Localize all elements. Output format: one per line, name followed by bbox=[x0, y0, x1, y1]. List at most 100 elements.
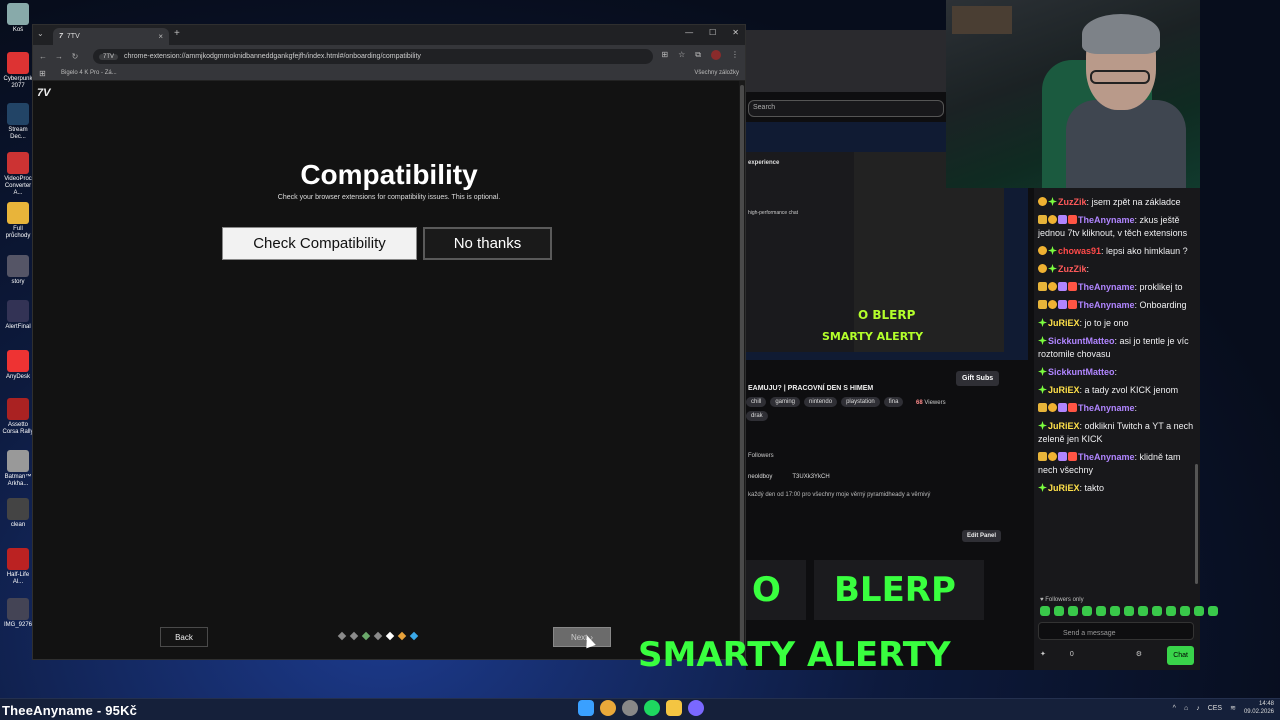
tray-chevron-icon[interactable]: ^ bbox=[1173, 705, 1176, 712]
desktop-icon[interactable]: AnyDesk bbox=[2, 350, 34, 381]
red-badge-icon[interactable] bbox=[1068, 403, 1077, 412]
crown-badge-icon[interactable] bbox=[1038, 215, 1047, 224]
chat-scrollbar[interactable] bbox=[1195, 464, 1198, 584]
tab-7tv[interactable]: 7 7TV × bbox=[53, 28, 169, 45]
gold-badge-icon[interactable] bbox=[1048, 215, 1057, 224]
step-dot[interactable] bbox=[373, 631, 383, 641]
no-thanks-button[interactable]: No thanks bbox=[423, 227, 552, 260]
emote-icon[interactable] bbox=[1124, 606, 1134, 616]
red-badge-icon[interactable] bbox=[1068, 452, 1077, 461]
gold-badge-icon[interactable] bbox=[1048, 282, 1057, 291]
emote-icon[interactable] bbox=[1194, 606, 1204, 616]
desktop-icon[interactable]: Assetto Corsa Rally bbox=[2, 398, 34, 436]
back-arrow-icon[interactable]: ← bbox=[35, 52, 51, 61]
desktop-icon[interactable]: Half-Life Al... bbox=[2, 548, 34, 586]
address-bar[interactable]: 7TV chrome-extension://ammjkodgmmoknidba… bbox=[93, 49, 653, 64]
gift-subs-button[interactable]: Gift Subs bbox=[956, 371, 1000, 386]
green-badge-icon[interactable] bbox=[1038, 367, 1047, 376]
page-scrollbar[interactable] bbox=[739, 81, 745, 659]
all-bookmarks[interactable]: Všechny záložky bbox=[694, 70, 739, 76]
chat-send-button[interactable]: Chat bbox=[1167, 646, 1194, 665]
green-badge-icon[interactable] bbox=[1048, 264, 1057, 273]
translate-icon[interactable]: ⊞ bbox=[661, 50, 668, 60]
step-dot[interactable] bbox=[361, 631, 371, 641]
emote-icon[interactable] bbox=[1152, 606, 1162, 616]
green-badge-icon[interactable] bbox=[1038, 318, 1047, 327]
step-dot[interactable] bbox=[337, 631, 347, 641]
gold-badge-icon[interactable] bbox=[1048, 452, 1057, 461]
emote-icon[interactable] bbox=[1180, 606, 1190, 616]
gold-badge-icon[interactable] bbox=[1038, 264, 1047, 273]
chat-username[interactable]: JuRiEX bbox=[1048, 318, 1080, 328]
social-link[interactable]: neoldboy bbox=[748, 474, 772, 480]
stream-tag[interactable]: fina bbox=[883, 397, 904, 407]
reload-icon[interactable]: ↻ bbox=[67, 52, 83, 61]
language-indicator[interactable]: CES bbox=[1208, 705, 1222, 712]
green-badge-icon[interactable] bbox=[1038, 421, 1047, 430]
stream-tag[interactable]: drak bbox=[746, 411, 768, 421]
gold-badge-icon[interactable] bbox=[1038, 246, 1047, 255]
windows-start-icon[interactable] bbox=[578, 700, 594, 716]
social-link[interactable]: T3UXk3YkCH bbox=[792, 474, 829, 480]
tab-close-icon[interactable]: × bbox=[158, 32, 163, 41]
file-explorer-icon[interactable] bbox=[666, 700, 682, 716]
bookmark-item[interactable]: Bigelo 4 K Pro - Zá... bbox=[61, 70, 117, 76]
crown-badge-icon[interactable] bbox=[1038, 282, 1047, 291]
desktop-icon[interactable]: Stream Dec... bbox=[2, 103, 34, 141]
chat-username[interactable]: TheAnyname bbox=[1078, 215, 1135, 225]
desktop-icon[interactable]: AlertFinal bbox=[2, 300, 34, 331]
green-badge-icon[interactable] bbox=[1048, 246, 1057, 255]
twitch-search-input[interactable]: Search bbox=[748, 100, 944, 117]
check-compatibility-button[interactable]: Check Compatibility bbox=[222, 227, 417, 260]
edit-panel-button[interactable]: Edit Panel bbox=[962, 530, 1002, 542]
desktop-icon[interactable]: Cyberpunk 2077 bbox=[2, 52, 34, 90]
maximize-icon[interactable]: ☐ bbox=[709, 28, 716, 37]
purple-badge-icon[interactable] bbox=[1058, 403, 1067, 412]
purple-badge-icon[interactable] bbox=[1058, 282, 1067, 291]
stream-tag[interactable]: nintendo bbox=[804, 397, 838, 407]
settings-icon[interactable] bbox=[622, 700, 638, 716]
back-button[interactable]: Back bbox=[160, 627, 208, 647]
crown-badge-icon[interactable] bbox=[1038, 300, 1047, 309]
chat-username[interactable]: ZuzZik bbox=[1058, 197, 1087, 207]
emote-icon[interactable] bbox=[1068, 606, 1078, 616]
clock[interactable]: 14:48 09.02.2026 bbox=[1244, 700, 1274, 716]
green-badge-icon[interactable] bbox=[1038, 483, 1047, 492]
purple-badge-icon[interactable] bbox=[1058, 452, 1067, 461]
chat-username[interactable]: TheAnyname bbox=[1078, 300, 1135, 310]
step-dot[interactable] bbox=[397, 631, 407, 641]
desktop-icon[interactable]: Full průchody bbox=[2, 202, 34, 240]
emote-icon[interactable] bbox=[1082, 606, 1092, 616]
chat-username[interactable]: TheAnyname bbox=[1078, 282, 1135, 292]
menu-dots-icon[interactable]: ⋮ bbox=[731, 50, 739, 60]
gold-badge-icon[interactable] bbox=[1038, 197, 1047, 206]
desktop-icon[interactable]: clean bbox=[2, 498, 34, 529]
bookmark-star-icon[interactable]: ☆ bbox=[678, 50, 685, 60]
desktop-icon[interactable]: Batman™ Arkha... bbox=[2, 450, 34, 488]
chat-username[interactable]: JuRiEX bbox=[1048, 483, 1080, 493]
red-badge-icon[interactable] bbox=[1068, 282, 1077, 291]
stream-tag[interactable]: playstation bbox=[841, 397, 880, 407]
desktop-icon[interactable]: story bbox=[2, 255, 34, 286]
emote-icon[interactable] bbox=[1138, 606, 1148, 616]
minimize-icon[interactable]: — bbox=[685, 28, 693, 37]
green-badge-icon[interactable] bbox=[1038, 385, 1047, 394]
chat-username[interactable]: JuRiEX bbox=[1048, 385, 1080, 395]
emote-icon[interactable] bbox=[1040, 606, 1050, 616]
emote-icon[interactable] bbox=[1110, 606, 1120, 616]
close-window-icon[interactable]: ✕ bbox=[732, 28, 739, 37]
red-badge-icon[interactable] bbox=[1068, 215, 1077, 224]
volume-icon[interactable]: ♪ bbox=[1196, 705, 1200, 712]
stream-tag[interactable]: chill bbox=[746, 397, 767, 407]
extensions-icon[interactable]: ⧉ bbox=[695, 50, 701, 60]
crown-badge-icon[interactable] bbox=[1038, 452, 1047, 461]
chrome-icon[interactable] bbox=[600, 700, 616, 716]
new-tab-icon[interactable]: + bbox=[174, 28, 180, 39]
emote-icon[interactable] bbox=[1096, 606, 1106, 616]
discord-icon[interactable] bbox=[688, 700, 704, 716]
network-icon[interactable]: ⌂ bbox=[1184, 705, 1188, 712]
wifi-icon[interactable]: ≋ bbox=[1230, 704, 1236, 712]
apps-grid-icon[interactable]: ⊞ bbox=[39, 69, 46, 78]
desktop-icon[interactable]: IMG_9276 bbox=[2, 598, 34, 629]
emote-icon[interactable] bbox=[1054, 606, 1064, 616]
